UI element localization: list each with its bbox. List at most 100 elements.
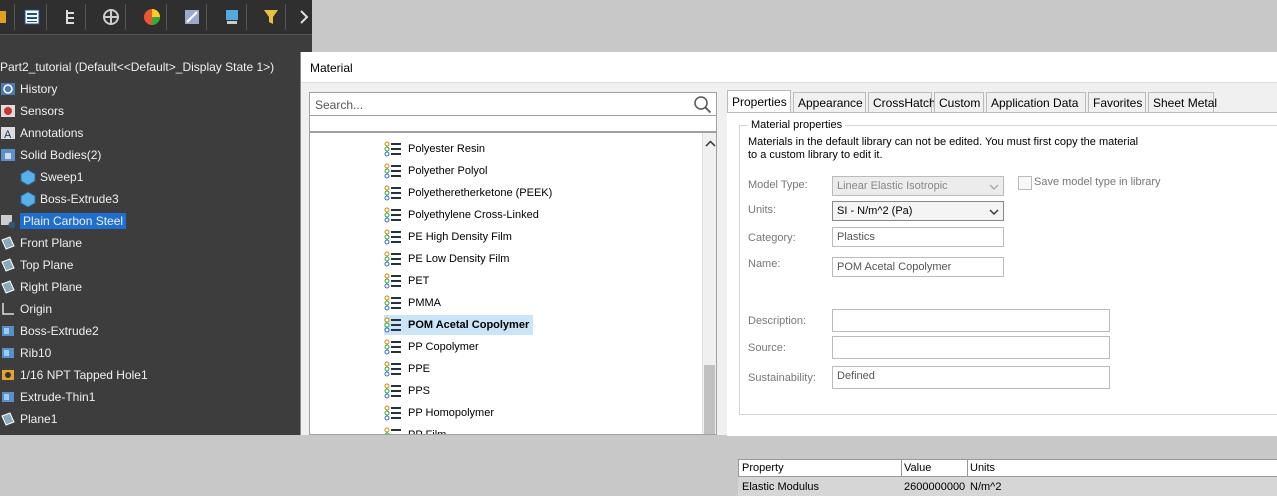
- tree-item-plain-carbon-steel[interactable]: Plain Carbon Steel: [0, 211, 127, 231]
- material-item[interactable]: PP Homopolymer: [384, 403, 494, 423]
- save-model-type-checkbox[interactable]: [1018, 176, 1032, 190]
- tab-sheet-metal[interactable]: Sheet Metal: [1148, 92, 1217, 112]
- material-item-label: Polyetheretherketone (PEEK): [408, 187, 553, 199]
- tree-item-label: 1/16 NPT Tapped Hole1: [20, 368, 148, 382]
- description-field[interactable]: [832, 309, 1110, 332]
- tree-item-label: Solid Bodies(2): [20, 148, 102, 162]
- material-item[interactable]: PPE: [384, 359, 430, 379]
- material-icon: [0, 213, 16, 229]
- filter-tab[interactable]: [257, 4, 286, 30]
- tree-item-solid-bodies-2[interactable]: Solid Bodies(2): [0, 145, 101, 165]
- toolbar-more-chevron-icon[interactable]: [290, 4, 318, 30]
- properties-pane: Material properties Materials in the def…: [727, 112, 1277, 496]
- material-item[interactable]: PET: [384, 271, 429, 291]
- category-label: Category:: [748, 232, 796, 244]
- property-manager-tab[interactable]: [57, 4, 86, 30]
- model-type-label: Model Type:: [748, 179, 808, 191]
- material-item-label: PP Copolymer: [408, 341, 479, 353]
- material-item[interactable]: PMMA: [384, 293, 441, 313]
- tree-item-label: Top Plane: [20, 258, 74, 272]
- tree-item-front-plane[interactable]: Front Plane: [0, 233, 82, 253]
- toolbar-partial-icon[interactable]: [0, 4, 15, 30]
- tree-item-label: Sensors: [20, 104, 65, 118]
- plane-icon: [0, 411, 16, 427]
- material-item[interactable]: Polyester Resin: [384, 139, 485, 159]
- tree-item-history[interactable]: History: [0, 79, 57, 99]
- tree-item-rib10[interactable]: Rib10: [0, 343, 51, 363]
- material-item[interactable]: Polyetheretherketone (PEEK): [384, 183, 552, 203]
- tree-item-label: History: [20, 82, 58, 96]
- tab-favorites[interactable]: Favorites: [1088, 92, 1146, 112]
- material-list-icon: [384, 382, 402, 400]
- tree-item-sensors[interactable]: Sensors: [0, 101, 64, 121]
- configuration-manager-tab[interactable]: [97, 4, 126, 30]
- material-list-icon: [384, 426, 402, 434]
- tree-item-top-plane[interactable]: Top Plane: [0, 255, 73, 275]
- material-list-icon: [384, 228, 402, 246]
- dimxpert-tab[interactable]: [178, 4, 207, 30]
- feature-tree-tab[interactable]: [18, 4, 47, 30]
- body-icon: [20, 191, 36, 208]
- material-item[interactable]: PE Low Density Film: [384, 249, 509, 269]
- feature-icon: [0, 345, 16, 361]
- dialog-title: Material: [310, 61, 353, 75]
- sensor-icon: [0, 103, 16, 119]
- svg-text:A: A: [4, 129, 12, 141]
- material-item[interactable]: POM Acetal Copolymer: [384, 315, 534, 335]
- display-manager-tab[interactable]: [138, 4, 167, 30]
- tree-item-origin[interactable]: Origin: [0, 299, 52, 319]
- model-type-select: Linear Elastic Isotropic: [832, 176, 1004, 196]
- dialog-title-bar[interactable]: Material: [301, 52, 1277, 83]
- material-list-icon: [384, 272, 402, 290]
- tree-item-extrude-thin1[interactable]: Extrude-Thin1: [0, 387, 95, 407]
- tab-crosshatch[interactable]: CrossHatch: [868, 92, 936, 112]
- material-item[interactable]: Polyether Polyol: [384, 161, 488, 181]
- grid-header-value[interactable]: Value: [904, 462, 931, 474]
- tree-item-annotations[interactable]: A Annotations: [0, 123, 83, 143]
- scroll-up-icon[interactable]: [703, 137, 717, 151]
- tab-custom[interactable]: Custom: [934, 92, 984, 112]
- material-item[interactable]: Polyethylene Cross-Linked: [384, 205, 539, 225]
- tab-properties[interactable]: Properties: [727, 90, 791, 113]
- property-grid[interactable]: Property Value Units Elastic Modulus 260…: [738, 459, 1277, 496]
- material-item[interactable]: PP Copolymer: [384, 337, 479, 357]
- grid-header-units[interactable]: Units: [970, 462, 995, 474]
- grid-row[interactable]: Elastic Modulus 2600000000 N/m^2: [738, 477, 1277, 496]
- tree-item-label: Plain Carbon Steel: [20, 213, 127, 229]
- material-item[interactable]: PPS: [384, 381, 430, 401]
- units-select[interactable]: SI - N/m^2 (Pa): [832, 201, 1004, 221]
- tree-item-label: Rib10: [20, 346, 52, 360]
- material-tree-list[interactable]: Polyester Resin Polyether Polyol Polyether…: [309, 132, 717, 435]
- name-field[interactable]: POM Acetal Copolymer: [832, 257, 1004, 277]
- grid-header-property[interactable]: Property: [742, 462, 784, 474]
- chevron-down-icon: [989, 184, 999, 190]
- name-label: Name:: [748, 258, 781, 270]
- tree-item-boss-extrude2[interactable]: Boss-Extrude2: [0, 321, 99, 341]
- tree-item-plane1[interactable]: Plane1: [0, 409, 57, 429]
- material-item-label: PMMA: [408, 297, 441, 309]
- appearance-tab[interactable]: [218, 4, 247, 30]
- tree-item-right-plane[interactable]: Right Plane: [0, 277, 82, 297]
- material-item[interactable]: PP Film: [384, 425, 446, 434]
- tree-item-label: Right Plane: [20, 280, 83, 294]
- scrollbar-thumb[interactable]: [704, 365, 715, 434]
- tree-item-sweep1[interactable]: Sweep1: [20, 167, 83, 187]
- history-icon: [0, 81, 16, 97]
- tree-item-boss-extrude3[interactable]: Boss-Extrude3: [20, 189, 119, 209]
- material-item-label: Polyester Resin: [408, 143, 486, 155]
- part-title[interactable]: Part2_tutorial (Default<<Default>_Displa…: [0, 60, 274, 74]
- tree-item-1-16-npt-tapped-hole1[interactable]: 1/16 NPT Tapped Hole1: [0, 365, 148, 385]
- category-field[interactable]: Plastics: [832, 227, 1004, 247]
- material-search-input[interactable]: Search...: [309, 92, 717, 116]
- plane-icon: [0, 257, 16, 273]
- source-field[interactable]: [832, 336, 1110, 359]
- material-item[interactable]: PE High Density Film: [384, 227, 512, 247]
- material-item-label: PP Homopolymer: [408, 407, 494, 419]
- material-item-label: PET: [408, 275, 430, 287]
- tab-appearance[interactable]: Appearance: [793, 92, 866, 112]
- tab-application-data[interactable]: Application Data: [986, 92, 1086, 112]
- sustainability-field[interactable]: Defined: [832, 366, 1110, 389]
- material-list-icon: [384, 316, 402, 334]
- tree-item-label: Boss-Extrude3: [40, 192, 119, 206]
- search-icon[interactable]: [693, 95, 713, 115]
